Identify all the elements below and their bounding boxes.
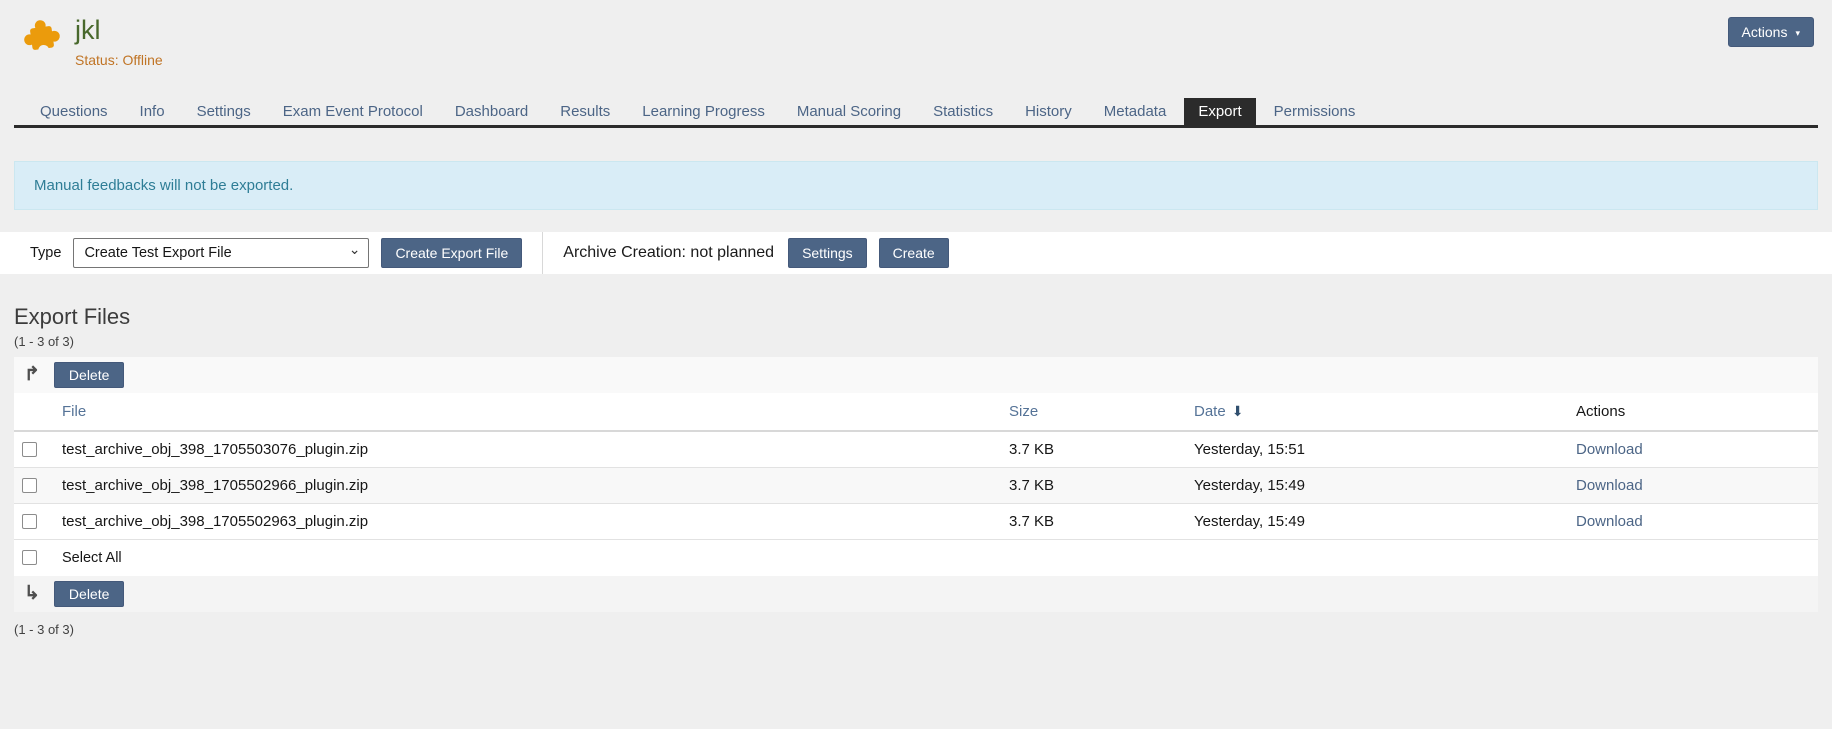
column-header-size[interactable]: Size (1001, 393, 1186, 431)
result-range-bottom: (1 - 3 of 3) (14, 622, 1818, 637)
file-date: Yesterday, 15:51 (1186, 431, 1568, 468)
export-toolbar: Type Create Test Export File ⌄ Create Ex… (0, 232, 1832, 274)
row-checkbox[interactable] (22, 514, 37, 529)
header-checkbox-spacer (14, 393, 54, 431)
export-files-table: File Size Date ⬇ Actions test_archive_obj… (14, 393, 1818, 576)
table-toolbar-bottom: ↳ Delete (14, 576, 1818, 612)
page: jkl Status: Offline Actions ▾ Questions … (0, 0, 1832, 729)
file-date: Yesterday, 15:49 (1186, 467, 1568, 503)
download-link[interactable]: Download (1576, 513, 1643, 530)
column-header-actions: Actions (1568, 393, 1818, 431)
result-range-top: (1 - 3 of 3) (14, 334, 1818, 349)
table-header-row: File Size Date ⬇ Actions (14, 393, 1818, 431)
type-label: Type (30, 245, 61, 261)
tab-settings[interactable]: Settings (183, 98, 265, 125)
tab-learning-progress[interactable]: Learning Progress (628, 98, 779, 125)
status-text: Status: Offline (75, 52, 163, 68)
settings-button[interactable]: Settings (788, 238, 867, 268)
select-all-label: Select All (54, 539, 1818, 576)
title-block: jkl Status: Offline (75, 16, 163, 68)
create-export-file-button[interactable]: Create Export File (381, 238, 522, 268)
tab-history[interactable]: History (1011, 98, 1086, 125)
delete-button-top[interactable]: Delete (54, 362, 124, 388)
export-files-section: Export Files (1 - 3 of 3) ↱ Delete File … (14, 304, 1818, 637)
table-row: test_archive_obj_398_1705502963_plugin.z… (14, 503, 1818, 539)
delete-button-bottom[interactable]: Delete (54, 581, 124, 607)
tab-metadata[interactable]: Metadata (1090, 98, 1181, 125)
file-name: test_archive_obj_398_1705502963_plugin.z… (54, 503, 1001, 539)
tab-exam-event-protocol[interactable]: Exam Event Protocol (269, 98, 437, 125)
tab-export[interactable]: Export (1184, 98, 1255, 125)
test-object-logo (19, 15, 64, 60)
tab-questions[interactable]: Questions (26, 98, 122, 125)
sort-descending-icon: ⬇ (1232, 403, 1244, 419)
tab-permissions[interactable]: Permissions (1260, 98, 1370, 125)
header: jkl Status: Offline Actions ▾ (0, 0, 1832, 68)
type-select-wrap: Create Test Export File ⌄ (73, 238, 369, 268)
column-header-date[interactable]: Date ⬇ (1186, 393, 1568, 431)
file-name: test_archive_obj_398_1705502966_plugin.z… (54, 467, 1001, 503)
table-toolbar-top: ↱ Delete (14, 357, 1818, 393)
page-title: jkl (75, 16, 163, 46)
tab-dashboard[interactable]: Dashboard (441, 98, 542, 125)
create-button[interactable]: Create (879, 238, 949, 268)
tab-results[interactable]: Results (546, 98, 624, 125)
download-link[interactable]: Download (1576, 441, 1643, 458)
column-header-date-label: Date (1194, 403, 1226, 420)
select-all-row: Select All (14, 539, 1818, 576)
actions-button-label: Actions (1742, 24, 1788, 40)
section-title: Export Files (14, 304, 1818, 330)
download-link[interactable]: Download (1576, 477, 1643, 494)
arrow-down-right-icon: ↳ (24, 584, 40, 603)
info-message: Manual feedbacks will not be exported. (14, 161, 1818, 210)
file-date: Yesterday, 15:49 (1186, 503, 1568, 539)
table-row: test_archive_obj_398_1705503076_plugin.z… (14, 431, 1818, 468)
column-header-file[interactable]: File (54, 393, 1001, 431)
arrow-up-right-icon: ↱ (24, 365, 40, 384)
caret-down-icon: ▾ (1795, 29, 1800, 38)
type-select[interactable]: Create Test Export File (73, 238, 369, 268)
tab-statistics[interactable]: Statistics (919, 98, 1007, 125)
row-checkbox[interactable] (22, 442, 37, 457)
file-size: 3.7 KB (1001, 467, 1186, 503)
row-checkbox[interactable] (22, 478, 37, 493)
file-size: 3.7 KB (1001, 503, 1186, 539)
export-files-table-wrap: ↱ Delete File Size Date ⬇ Actions (14, 357, 1818, 612)
toolbar-divider (542, 232, 543, 274)
tab-info[interactable]: Info (126, 98, 179, 125)
tab-bar: Questions Info Settings Exam Event Proto… (14, 98, 1818, 128)
table-row: test_archive_obj_398_1705502966_plugin.z… (14, 467, 1818, 503)
archive-creation-text: Archive Creation: not planned (563, 244, 774, 262)
actions-button[interactable]: Actions ▾ (1728, 17, 1814, 47)
select-all-checkbox[interactable] (22, 550, 37, 565)
file-size: 3.7 KB (1001, 431, 1186, 468)
file-name: test_archive_obj_398_1705503076_plugin.z… (54, 431, 1001, 468)
puzzle-icon (19, 15, 64, 60)
tab-manual-scoring[interactable]: Manual Scoring (783, 98, 915, 125)
